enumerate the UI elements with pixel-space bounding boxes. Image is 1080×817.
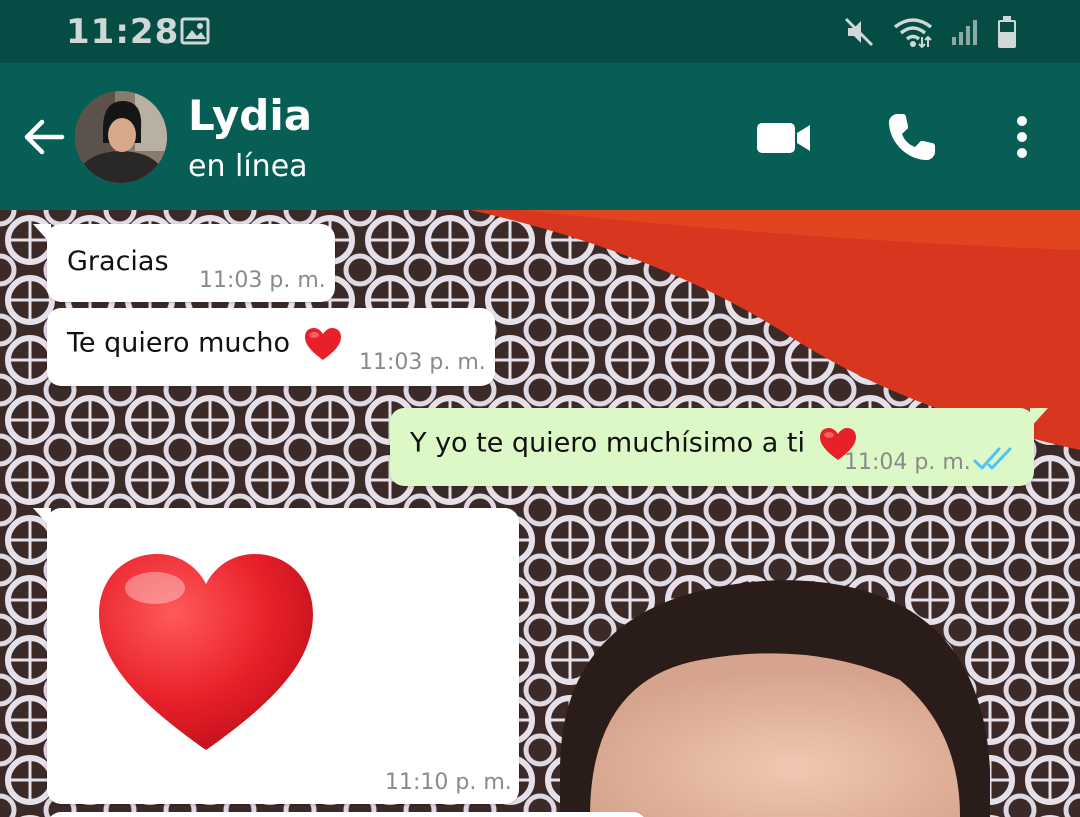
battery-icon [998,16,1016,48]
message-text: Te quiero mucho [67,326,343,362]
phone-icon[interactable] [885,110,939,164]
signal-icon [952,20,977,45]
message-bubble-outgoing[interactable]: Y yo te quiero muchísimo a ti 11:04 p. m… [390,408,1048,486]
message-time: 11:04 p. m. [844,450,971,475]
more-options-icon[interactable] [1010,113,1034,161]
message-text-content: Te quiero mucho [67,327,290,359]
message-time: 11:03 p. m. [199,268,326,293]
message-bubble-incoming-partial[interactable] [47,812,647,817]
heart-emoji-icon [304,328,341,360]
bubble-tail [33,508,51,528]
bubble-tail [33,224,51,244]
big-heart-emoji-icon [99,554,313,750]
chat-area[interactable]: Gracias 11:03 p. m. Te quiero mucho 11:0… [0,210,1080,817]
read-receipt-icon [973,447,1012,470]
image-icon [180,17,210,45]
status-time: 11:28 [66,12,180,52]
message-bubble-incoming[interactable]: Te quiero mucho 11:03 p. m. [47,308,495,386]
chat-header: Lydia en línea [0,63,1080,210]
message-text-content: Y yo te quiero muchísimo a ti [410,427,805,459]
contact-status: en línea [188,149,308,184]
message-bubble-incoming[interactable]: 11:10 p. m. [33,508,519,804]
contact-name[interactable]: Lydia [188,91,312,140]
message-time: 11:10 p. m. [385,770,512,795]
message-text: Gracias [67,246,169,277]
back-arrow-icon[interactable] [20,113,68,161]
wifi-icon [893,18,933,49]
avatar[interactable] [75,91,167,183]
status-bar: 11:28 [0,0,1080,63]
status-icons [842,14,1018,50]
message-bubble-incoming[interactable]: Gracias 11:03 p. m. [33,224,335,302]
video-call-icon[interactable] [755,119,813,157]
mute-icon [844,17,874,47]
avatar-photo [75,91,167,183]
message-text: Y yo te quiero muchísimo a ti [410,426,858,462]
message-time: 11:03 p. m. [359,350,486,375]
bubble-tail [1030,408,1048,428]
